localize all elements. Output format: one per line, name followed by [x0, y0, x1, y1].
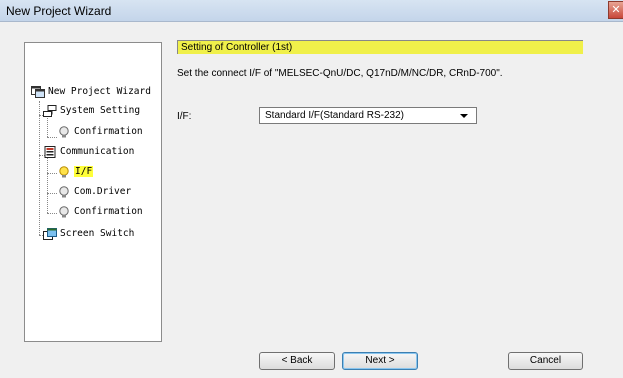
tree-connector: [47, 213, 57, 214]
tree-connector: [47, 193, 57, 194]
title-bar: New Project Wizard ✕: [0, 0, 623, 22]
tree-item-screen-switch[interactable]: Screen Switch: [43, 227, 134, 241]
project-icon: [31, 86, 45, 98]
tree-item-system-setting[interactable]: System Setting: [43, 104, 140, 118]
tree-item-confirmation[interactable]: Confirmation: [57, 125, 143, 139]
tree-item-if[interactable]: I/F: [57, 165, 94, 179]
bulb-lit-icon: [57, 166, 71, 178]
bulb-icon: [57, 126, 71, 138]
close-button[interactable]: ✕: [608, 1, 623, 19]
cancel-button[interactable]: Cancel: [508, 352, 583, 370]
if-label: I/F:: [177, 111, 192, 122]
tree-connector: [47, 155, 48, 213]
bulb-icon: [57, 186, 71, 198]
tree-connector: [47, 137, 57, 138]
tree-connector: [47, 115, 48, 137]
tree-connector: [39, 101, 40, 235]
window-title: New Project Wizard: [6, 4, 112, 18]
tree-item-confirmation-2[interactable]: Confirmation: [57, 205, 143, 219]
screen-icon: [43, 228, 57, 240]
back-button[interactable]: < Back: [259, 352, 335, 370]
wizard-step-tree: New Project Wizard System Setting Confir…: [24, 42, 162, 342]
wizard-body: New Project Wizard System Setting Confir…: [0, 22, 623, 378]
tree-item-new-project-wizard[interactable]: New Project Wizard: [31, 85, 151, 99]
if-select[interactable]: Standard I/F(Standard RS-232): [259, 107, 477, 124]
tree-item-communication[interactable]: Communication: [31, 145, 134, 159]
tree-connector: [47, 173, 57, 174]
tree-item-com-driver[interactable]: Com.Driver: [57, 185, 131, 199]
next-button[interactable]: Next >: [342, 352, 418, 370]
network-icon: [43, 105, 57, 117]
step-description: Set the connect I/F of "MELSEC-QnU/DC, Q…: [177, 68, 503, 79]
bulb-icon: [57, 206, 71, 218]
step-heading: Setting of Controller (1st): [177, 40, 583, 54]
if-select-value: Standard I/F(Standard RS-232): [265, 110, 404, 121]
chevron-down-icon: [460, 114, 468, 118]
communication-icon: [43, 146, 57, 158]
